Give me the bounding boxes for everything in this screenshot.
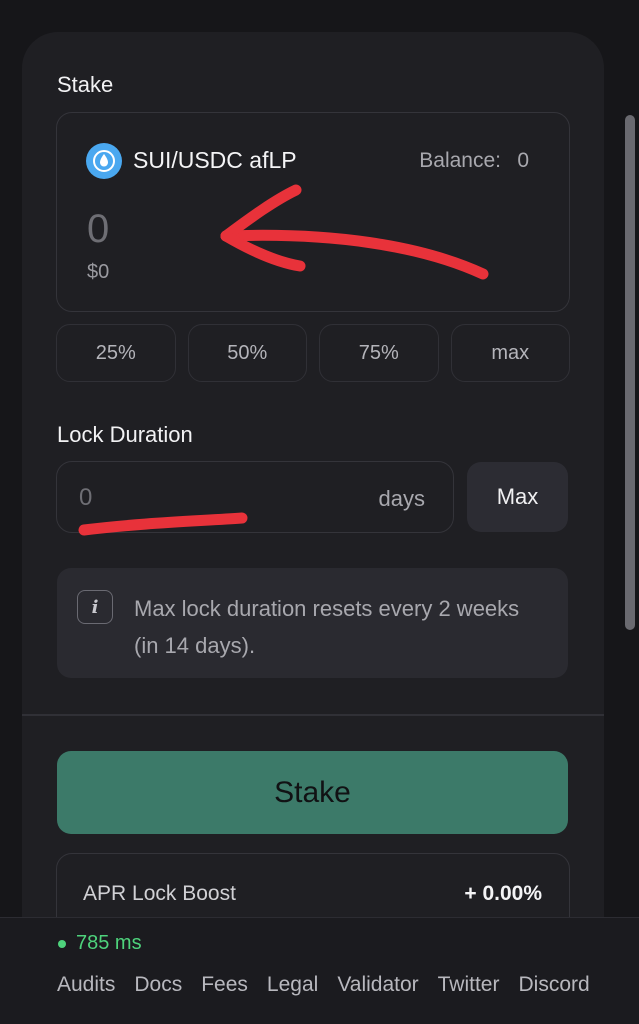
stake-button[interactable]: Stake xyxy=(57,751,568,834)
status-dot-icon xyxy=(58,939,66,948)
footer-links: Audits Docs Fees Legal Validator Twitter… xyxy=(57,972,597,998)
max-lock-button[interactable]: Max xyxy=(467,462,568,532)
apr-lock-boost-value: + 0.00% xyxy=(464,882,542,905)
divider xyxy=(22,714,604,716)
lock-days-unit: days xyxy=(378,486,425,511)
footer-link-legal[interactable]: Legal xyxy=(267,972,318,998)
droplet-icon xyxy=(86,143,122,179)
usd-value: $0 xyxy=(87,261,110,283)
percent-50-button[interactable]: 50% xyxy=(187,324,307,382)
latency-indicator: 785 ms xyxy=(58,932,142,955)
stake-amount-box[interactable]: SUI/USDC afLP Balance: 0 0 $0 xyxy=(56,112,570,312)
lock-duration-title: Lock Duration xyxy=(57,422,193,447)
footer-link-validator[interactable]: Validator xyxy=(337,972,418,998)
footer-link-twitter[interactable]: Twitter xyxy=(438,972,500,998)
stake-section-title: Stake xyxy=(57,72,114,97)
token-name[interactable]: SUI/USDC afLP xyxy=(133,147,297,174)
lock-info-text: Max lock duration resets every 2 weeks (… xyxy=(134,596,520,658)
footer-link-discord[interactable]: Discord xyxy=(518,972,589,998)
balance-value: 0 xyxy=(517,149,529,172)
footer-link-fees[interactable]: Fees xyxy=(201,972,248,998)
stake-amount-input[interactable]: 0 xyxy=(87,207,109,252)
footer-link-audits[interactable]: Audits xyxy=(57,972,115,998)
percent-max-button[interactable]: max xyxy=(450,324,570,382)
latency-value: 785 ms xyxy=(76,932,142,954)
lock-days-value[interactable]: 0 xyxy=(79,484,92,512)
info-icon: i xyxy=(77,590,113,624)
percent-buttons: 25% 50% 75% max xyxy=(56,324,570,382)
footer-link-docs[interactable]: Docs xyxy=(134,972,182,998)
footer: 785 ms Audits Docs Fees Legal Validator … xyxy=(0,917,639,1024)
lock-days-input[interactable]: 0 days xyxy=(56,461,454,533)
percent-25-button[interactable]: 25% xyxy=(56,324,176,382)
apr-lock-boost-label: APR Lock Boost xyxy=(83,882,236,905)
balance-label: Balance: xyxy=(419,149,501,172)
scrollbar[interactable] xyxy=(625,115,635,630)
lock-info-box: i Max lock duration resets every 2 weeks… xyxy=(57,568,568,678)
percent-75-button[interactable]: 75% xyxy=(319,324,439,382)
